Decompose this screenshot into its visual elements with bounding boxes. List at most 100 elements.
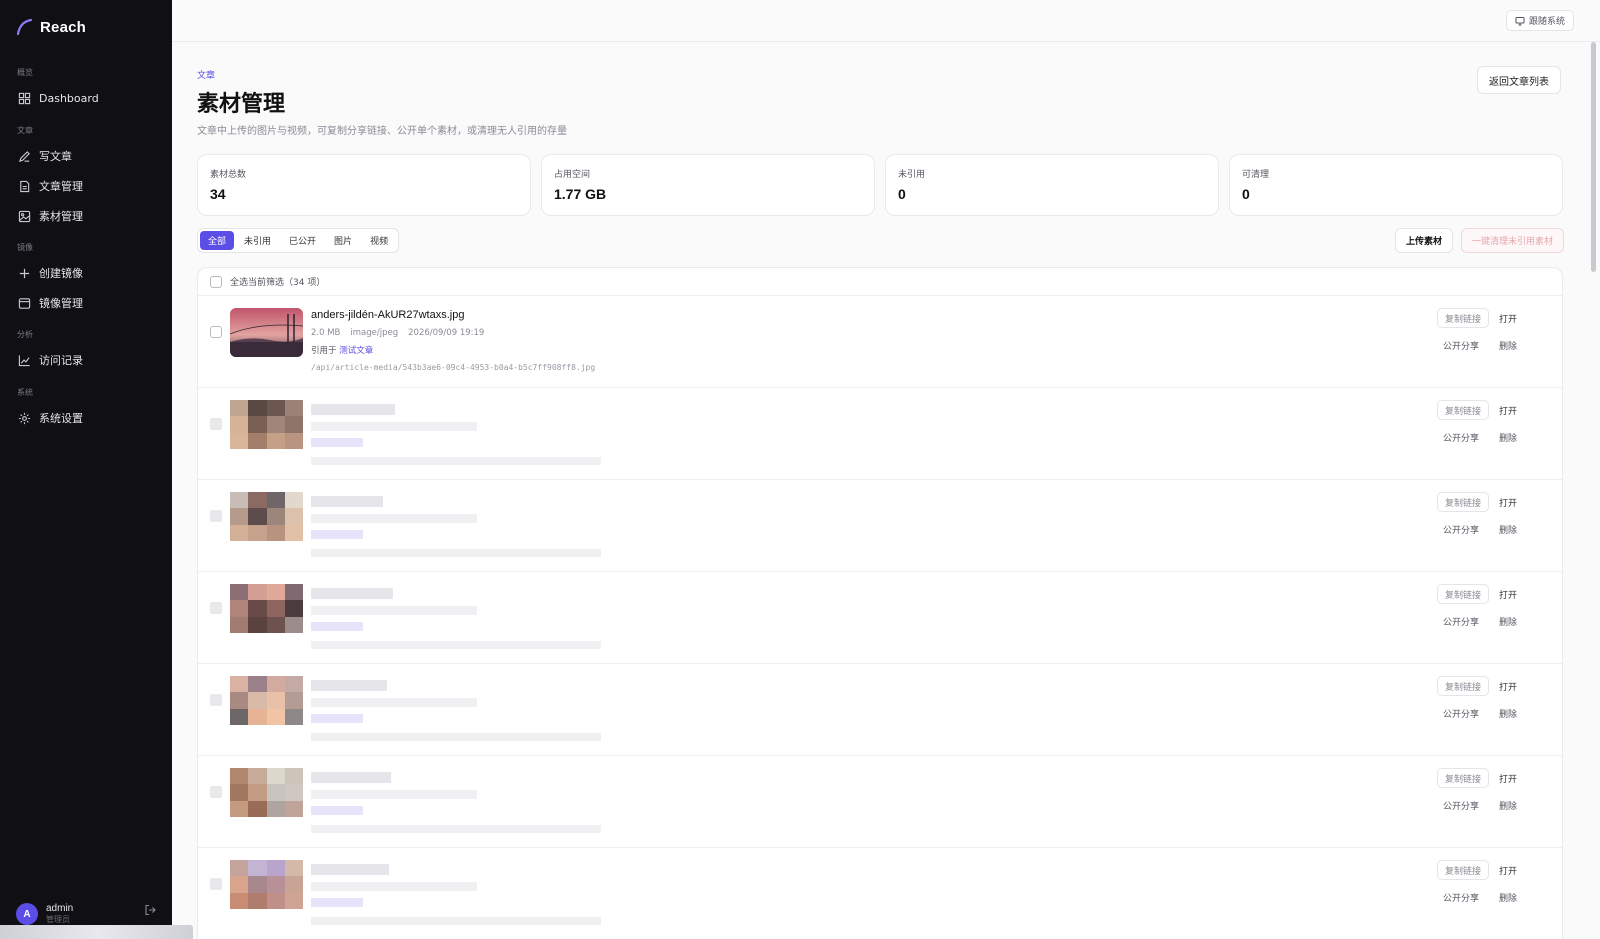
stat-total: 素材总数 34	[197, 154, 531, 216]
copy-link-button[interactable]: 复制链接	[1437, 860, 1490, 880]
stat-value: 34	[210, 186, 226, 202]
user-profile[interactable]: A admin 管理员	[16, 903, 160, 925]
clean-unreferenced-button[interactable]: 一键清理未引用素材	[1461, 228, 1565, 253]
sidebar-item-label: 访问记录	[39, 354, 83, 367]
media-filename[interactable]: anders-jildén-AkUR27wtaxs.jpg	[311, 309, 464, 321]
breadcrumb[interactable]: 文章	[197, 68, 215, 81]
delete-button[interactable]: 删除	[1499, 707, 1517, 720]
meta-placeholder	[311, 606, 477, 615]
delete-button[interactable]: 删除	[1499, 891, 1517, 904]
list-item: 复制链接 打开 公开分享 删除	[198, 388, 1562, 480]
path-placeholder	[311, 549, 601, 557]
upload-media-button[interactable]: 上传素材	[1395, 228, 1454, 253]
logo-icon	[16, 18, 33, 36]
sidebar-item-write[interactable]: 写文章	[10, 142, 162, 170]
row-checkbox[interactable]	[210, 602, 222, 614]
public-share-button[interactable]: 公开分享	[1443, 799, 1479, 812]
sidebar-item-media-manage[interactable]: 素材管理	[10, 202, 162, 230]
reference-placeholder	[311, 806, 363, 815]
document-icon	[20, 180, 30, 192]
copy-link-button[interactable]: 复制链接	[1437, 492, 1490, 512]
copy-link-button[interactable]: 复制链接	[1437, 400, 1490, 420]
taskbar-strip	[0, 925, 193, 939]
copy-link-button[interactable]: 复制链接	[1437, 308, 1490, 328]
theme-follow-system-button[interactable]: 跟随系统	[1505, 10, 1574, 31]
back-to-articles-button[interactable]: 返回文章列表	[1477, 66, 1561, 94]
media-date: 2026/09/09 19:19	[408, 328, 485, 338]
sidebar-item-mirror-manage[interactable]: 镜像管理	[10, 289, 162, 317]
sidebar-item-article-manage[interactable]: 文章管理	[10, 172, 162, 200]
open-button[interactable]: 打开	[1499, 772, 1517, 785]
sidebar-item-settings[interactable]: 系统设置	[10, 404, 162, 432]
open-button[interactable]: 打开	[1499, 680, 1517, 693]
path-placeholder	[311, 641, 601, 649]
row-checkbox[interactable]	[210, 510, 222, 522]
delete-button[interactable]: 删除	[1499, 339, 1517, 352]
page-title: 素材管理	[197, 92, 286, 117]
open-button[interactable]: 打开	[1499, 496, 1517, 509]
delete-button[interactable]: 删除	[1499, 799, 1517, 812]
delete-button[interactable]: 删除	[1499, 431, 1517, 444]
media-thumbnail[interactable]	[230, 768, 303, 817]
media-thumbnail[interactable]	[230, 584, 303, 633]
stat-value: 0	[1242, 186, 1250, 202]
media-thumbnail[interactable]	[230, 676, 303, 725]
sidebar-item-label: 文章管理	[39, 180, 83, 193]
sidebar-item-create-mirror[interactable]: 创建镜像	[10, 259, 162, 287]
brand-name: Reach	[40, 18, 87, 36]
public-share-button[interactable]: 公开分享	[1443, 615, 1479, 628]
media-thumbnail[interactable]	[230, 400, 303, 449]
open-button[interactable]: 打开	[1499, 588, 1517, 601]
stat-label: 未引用	[898, 170, 926, 180]
delete-button[interactable]: 删除	[1499, 615, 1517, 628]
public-share-button[interactable]: 公开分享	[1443, 707, 1479, 720]
delete-button[interactable]: 删除	[1499, 523, 1517, 536]
filename-placeholder	[311, 496, 383, 507]
monitor-icon	[1515, 16, 1525, 25]
path-placeholder	[311, 917, 601, 925]
sidebar-item-label: 素材管理	[39, 210, 83, 223]
media-thumbnail[interactable]	[230, 308, 303, 357]
sidebar-item-dashboard[interactable]: Dashboard	[10, 84, 162, 112]
page-scrollbar[interactable]	[1591, 42, 1596, 272]
sidebar-item-label: 系统设置	[39, 412, 83, 425]
open-button[interactable]: 打开	[1499, 404, 1517, 417]
open-button[interactable]: 打开	[1499, 312, 1517, 325]
brand[interactable]: Reach	[16, 16, 86, 38]
media-thumbnail[interactable]	[230, 492, 303, 541]
public-share-button[interactable]: 公开分享	[1443, 431, 1479, 444]
row-checkbox[interactable]	[210, 878, 222, 890]
pen-icon	[18, 150, 30, 162]
select-all-checkbox[interactable]	[210, 275, 222, 288]
public-share-button[interactable]: 公开分享	[1443, 523, 1479, 536]
window-icon	[18, 297, 31, 309]
filter-unreferenced[interactable]: 未引用	[236, 231, 279, 250]
filter-videos[interactable]: 视频	[362, 231, 396, 250]
row-checkbox[interactable]	[210, 786, 222, 798]
group-label-system: 系统	[17, 388, 33, 397]
list-item: anders-jildén-AkUR27wtaxs.jpg 2.0 MB ima…	[198, 296, 1562, 388]
filter-all[interactable]: 全部	[200, 231, 235, 250]
user-name: admin	[46, 903, 74, 914]
reference-prefix: 引用于	[311, 346, 337, 356]
public-share-button[interactable]: 公开分享	[1443, 891, 1479, 904]
reference-placeholder	[311, 898, 363, 907]
media-thumbnail[interactable]	[230, 860, 303, 909]
topbar: 跟随系统	[172, 0, 1600, 42]
row-checkbox[interactable]	[210, 326, 222, 338]
path-placeholder	[311, 457, 601, 465]
copy-link-button[interactable]: 复制链接	[1437, 768, 1490, 788]
row-checkbox[interactable]	[210, 694, 222, 706]
public-share-button[interactable]: 公开分享	[1443, 339, 1479, 352]
sidebar-item-visit-log[interactable]: 访问记录	[10, 346, 162, 374]
filter-public[interactable]: 已公开	[281, 231, 324, 250]
copy-link-button[interactable]: 复制链接	[1437, 584, 1490, 604]
logout-icon[interactable]	[144, 904, 156, 916]
list-item: 复制链接 打开 公开分享 删除	[198, 756, 1562, 848]
copy-link-button[interactable]: 复制链接	[1437, 676, 1490, 696]
row-checkbox[interactable]	[210, 418, 222, 430]
filename-placeholder	[311, 680, 387, 691]
reference-link[interactable]: 测试文章	[339, 346, 373, 356]
open-button[interactable]: 打开	[1499, 864, 1517, 877]
filter-images[interactable]: 图片	[326, 231, 360, 250]
